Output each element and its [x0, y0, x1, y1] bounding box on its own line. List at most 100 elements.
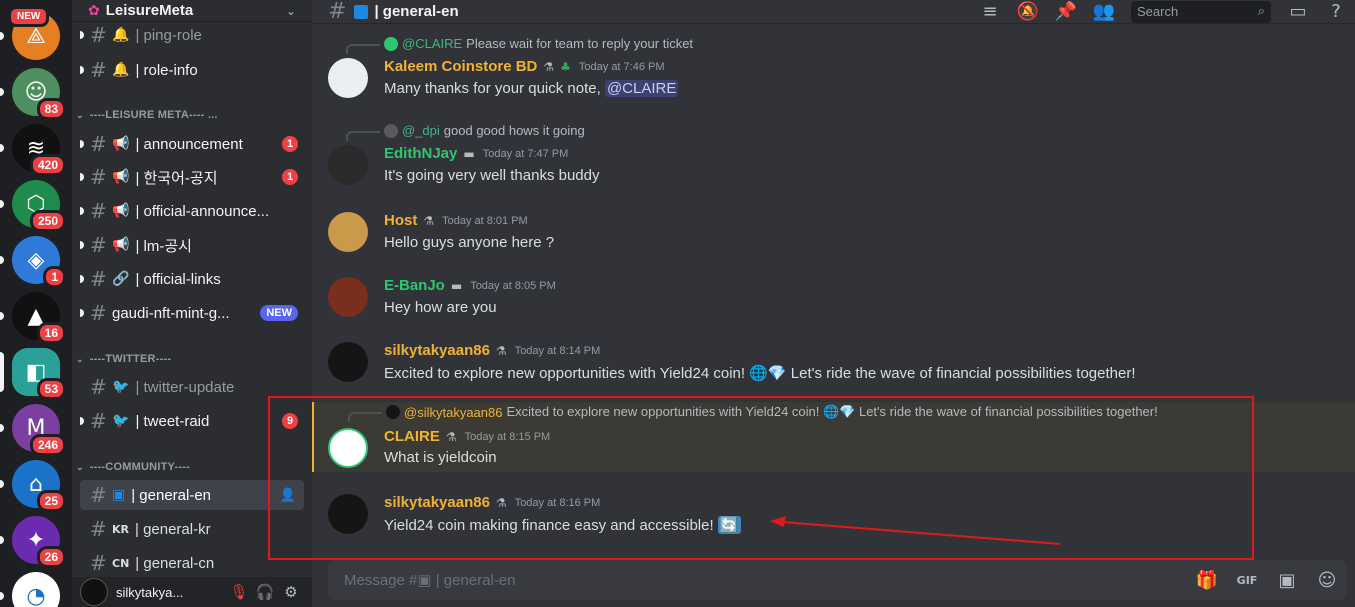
server-icon[interactable]: ☺ 83	[12, 68, 66, 120]
reply-preview[interactable]: @CLAIRE Please wait for team to reply yo…	[384, 36, 693, 51]
server-icon[interactable]: ≋ 420	[12, 124, 66, 176]
role-icon: ⚗	[495, 495, 507, 510]
add-member-icon[interactable]: 👤	[280, 488, 296, 503]
server-icon[interactable]: ◈ 1	[12, 236, 66, 288]
reply-spine	[346, 44, 380, 54]
mute-mic-icon[interactable]: 🎙	[226, 583, 252, 601]
avatar[interactable]	[328, 342, 368, 382]
server-icon[interactable]: ◔	[12, 572, 60, 607]
channel-gaudi-nft-mint[interactable]: # gaudi-nft-mint-g... NEW	[80, 298, 304, 328]
message-item[interactable]: E-BanJo ▬ Today at 8:05 PM Hey how are y…	[312, 269, 1355, 325]
channel-lm-notice[interactable]: # 📢 | lm-공시	[80, 230, 304, 260]
unread-indicator	[0, 312, 4, 320]
reply-spine	[348, 412, 382, 422]
server-icon[interactable]: ⬡ 250	[12, 180, 66, 232]
channel-official-links[interactable]: # 🔗 | official-links	[80, 264, 304, 294]
timestamp: Today at 8:15 PM	[464, 430, 551, 443]
channel-label: | twitter-update	[135, 378, 235, 396]
author-name[interactable]: EdithNJay	[384, 145, 457, 162]
chevron-icon: ⌄	[76, 109, 84, 120]
sticker-icon[interactable]: ▣	[1267, 570, 1307, 591]
notification-bell-muted-icon[interactable]: 🔕	[1009, 1, 1047, 22]
threads-icon[interactable]: ≡	[971, 1, 1009, 22]
megaphone-icon: 📢	[112, 203, 130, 219]
message-item-highlighted[interactable]: @silkytakyaan86 Excited to explore new o…	[312, 402, 1355, 472]
guild-header[interactable]: ✿ LeisureMeta ⌄	[72, 0, 312, 22]
reply-preview[interactable]: @silkytakyaan86 Excited to explore new o…	[386, 404, 1158, 420]
author-name[interactable]: silkytakyaan86	[384, 494, 490, 511]
message-header: Host ⚗ Today at 8:01 PM	[384, 212, 528, 229]
mention-chip[interactable]: @CLAIRE	[604, 80, 679, 97]
unread-indicator	[0, 256, 4, 264]
reply-preview[interactable]: @_dpi good good hows it going	[384, 123, 585, 138]
channel-general-cn[interactable]: # CN | general-cn	[80, 548, 304, 578]
server-icon[interactable]: ◧ 53	[12, 348, 66, 400]
guild-name: LeisureMeta	[105, 2, 194, 19]
author-name[interactable]: E-BanJo	[384, 277, 445, 294]
avatar[interactable]	[328, 428, 368, 468]
avatar[interactable]	[328, 277, 368, 317]
message-item[interactable]: @_dpi good good hows it going EdithNJay …	[312, 121, 1355, 195]
author-name[interactable]: Host	[384, 212, 417, 229]
search-input[interactable]: Search ⌕	[1131, 0, 1271, 23]
channel-announcement[interactable]: # 📢 | announcement 1	[80, 129, 304, 159]
pin-icon[interactable]: 📌	[1047, 1, 1085, 22]
server-icon[interactable]: ⌂ 25	[12, 460, 66, 512]
server-icon[interactable]: ✦ 26	[12, 516, 66, 568]
timestamp: Today at 7:47 PM	[482, 147, 569, 160]
settings-gear-icon[interactable]: ⚙	[278, 583, 304, 601]
member-list-icon[interactable]: 👥	[1085, 1, 1123, 22]
hash-icon: #	[90, 23, 107, 47]
avatar[interactable]	[328, 145, 368, 185]
channel-twitter-update[interactable]: # 🐦 | twitter-update	[80, 372, 304, 402]
server-glyph-icon: ◈	[27, 247, 45, 273]
channel-general-en[interactable]: # ▣ | general-en 👤	[80, 480, 304, 510]
hash-icon: #	[90, 551, 107, 575]
server-glyph-icon: ◔	[26, 583, 46, 607]
channel-korean-notice[interactable]: # 📢 | 한국어-공지 1	[80, 162, 304, 192]
reply-author[interactable]: @CLAIRE	[402, 36, 462, 51]
author-name[interactable]: silkytakyaan86	[384, 342, 490, 359]
message-text: Hey how are you	[384, 299, 497, 316]
message-input[interactable]: Message #▣ | general-en	[344, 571, 1187, 589]
message-composer[interactable]: Message #▣ | general-en 🎁 GIF ▣ ☺	[328, 560, 1347, 600]
mention-count-badge: 26	[36, 546, 66, 568]
mention-count-badge: 250	[29, 210, 66, 232]
headphones-icon[interactable]: 🎧	[252, 583, 278, 601]
reply-author[interactable]: @_dpi	[402, 123, 440, 138]
avatar[interactable]	[328, 58, 368, 98]
reply-author[interactable]: @silkytakyaan86	[404, 405, 502, 420]
channel-role-info[interactable]: # 🔔 | role-info	[80, 55, 304, 85]
message-item[interactable]: Host ⚗ Today at 8:01 PM Hello guys anyon…	[312, 204, 1355, 260]
channel-official-announcement[interactable]: # 📢 | official-announce...	[80, 196, 304, 226]
category-twitter[interactable]: ⌄ ----TWITTER----	[76, 350, 171, 368]
gif-icon[interactable]: GIF	[1227, 574, 1267, 587]
message-item[interactable]: @CLAIRE Please wait for team to reply yo…	[312, 34, 1355, 108]
reply-avatar	[384, 123, 398, 138]
category-community[interactable]: ⌄ ----COMMUNITY----	[76, 458, 190, 476]
message-text: Hello guys anyone here ?	[384, 234, 555, 251]
server-icon[interactable]: ⟁ NEW	[8, 6, 60, 60]
avatar[interactable]	[328, 212, 368, 252]
avatar[interactable]	[328, 494, 368, 534]
category-leisure-meta[interactable]: ⌄ ----LEISURE META---- ...	[76, 106, 218, 124]
channel-tweet-raid[interactable]: # 🐦 | tweet-raid 9	[80, 406, 304, 436]
author-name[interactable]: Kaleem Coinstore BD	[384, 58, 537, 75]
message-text: Yield24 coin making finance easy and acc…	[384, 517, 714, 534]
inbox-icon[interactable]: ▭	[1279, 1, 1317, 22]
chevron-down-icon[interactable]: ⌄	[286, 4, 296, 18]
channel-general-kr[interactable]: # KR | general-kr	[80, 514, 304, 544]
message-item[interactable]: silkytakyaan86 ⚗ Today at 8:14 PM Excite…	[312, 334, 1355, 390]
message-text: Excited to explore new opportunities wit…	[384, 365, 746, 382]
gift-icon[interactable]: 🎁	[1187, 570, 1227, 591]
hash-icon: #	[90, 267, 107, 291]
author-name[interactable]: CLAIRE	[384, 428, 440, 445]
unread-indicator	[0, 144, 4, 152]
avatar[interactable]	[80, 578, 108, 606]
channel-ping-role[interactable]: # 🔔 | ping-role	[80, 22, 304, 48]
server-icon[interactable]: ▲ 16	[12, 292, 66, 344]
emoji-picker-icon[interactable]: ☺	[1307, 570, 1347, 591]
help-icon[interactable]: ?	[1317, 1, 1355, 22]
server-icon[interactable]: M 246	[12, 404, 66, 456]
message-item[interactable]: silkytakyaan86 ⚗ Today at 8:16 PM Yield2…	[312, 486, 1355, 542]
